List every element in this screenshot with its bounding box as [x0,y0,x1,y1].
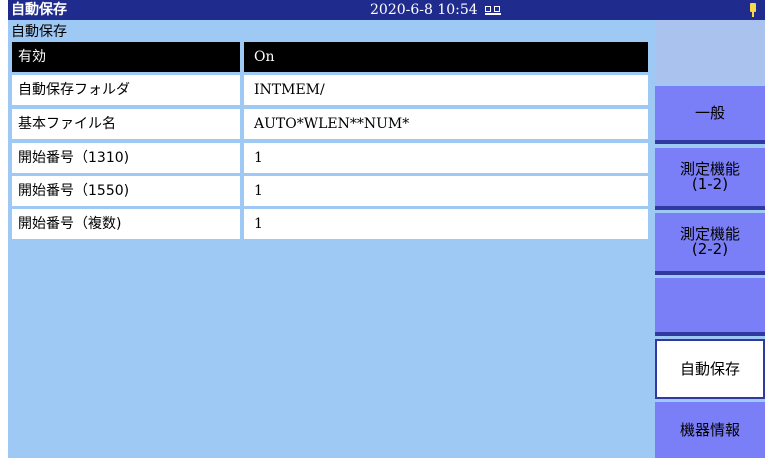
setting-row-start-multi[interactable]: 開始番号（複数) 1 [12,209,648,239]
date-time: 2020-6-8 10:54 [370,2,478,18]
device-screen: 自動保存 2020-6-8 10:54 自動保存 有効 On 自動保存フォルダ … [8,0,765,458]
setting-label: 開始番号（1550) [12,176,240,206]
power-plug-icon [749,3,757,17]
setting-value[interactable]: On [244,42,648,72]
softkey-sublabel: (1-2) [691,175,729,193]
softkey-sublabel: (2-2) [691,240,729,258]
softkey-label: 機器情報 [679,420,740,439]
setting-label: 有効 [12,42,240,72]
panel-title: 自動保存 [11,24,67,40]
pc-connection-icon [485,6,501,15]
setting-value[interactable]: AUTO*WLEN**NUM* [244,109,648,139]
title-bar: 自動保存 2020-6-8 10:54 [8,0,765,20]
setting-row-start-1550[interactable]: 開始番号（1550) 1 [12,176,648,206]
setting-value[interactable]: 1 [244,209,648,239]
softkey-label: 自動保存 [679,359,740,378]
softkey-autosave[interactable]: 自動保存 [655,339,765,399]
setting-value[interactable]: 1 [244,176,648,206]
softkey-blank[interactable] [655,278,765,336]
app-title: 自動保存 [11,2,67,18]
softkey-blank-top [655,20,765,84]
setting-row-start-1310[interactable]: 開始番号（1310) 1 [12,143,648,173]
softkey-measure-2[interactable]: 測定機能 (2-2) [655,213,765,275]
softkey-general[interactable]: 一般 [655,86,765,144]
setting-row-enabled[interactable]: 有効 On [12,42,648,72]
setting-label: 基本ファイル名 [12,109,240,139]
setting-label: 開始番号（1310) [12,143,240,173]
setting-value[interactable]: 1 [244,143,648,173]
setting-value[interactable]: INTMEM/ [244,75,648,105]
setting-row-base-filename[interactable]: 基本ファイル名 AUTO*WLEN**NUM* [12,109,648,139]
setting-label: 自動保存フォルダ [12,75,240,105]
softkey-measure-1[interactable]: 測定機能 (1-2) [655,148,765,210]
softkey-panel: 一般 測定機能 (1-2) 測定機能 (2-2) 自動保存 機器情報 [655,20,765,458]
setting-label: 開始番号（複数) [12,209,240,239]
softkey-device-info[interactable]: 機器情報 [655,402,765,458]
setting-row-folder[interactable]: 自動保存フォルダ INTMEM/ [12,75,648,105]
softkey-label: 一般 [694,103,725,122]
